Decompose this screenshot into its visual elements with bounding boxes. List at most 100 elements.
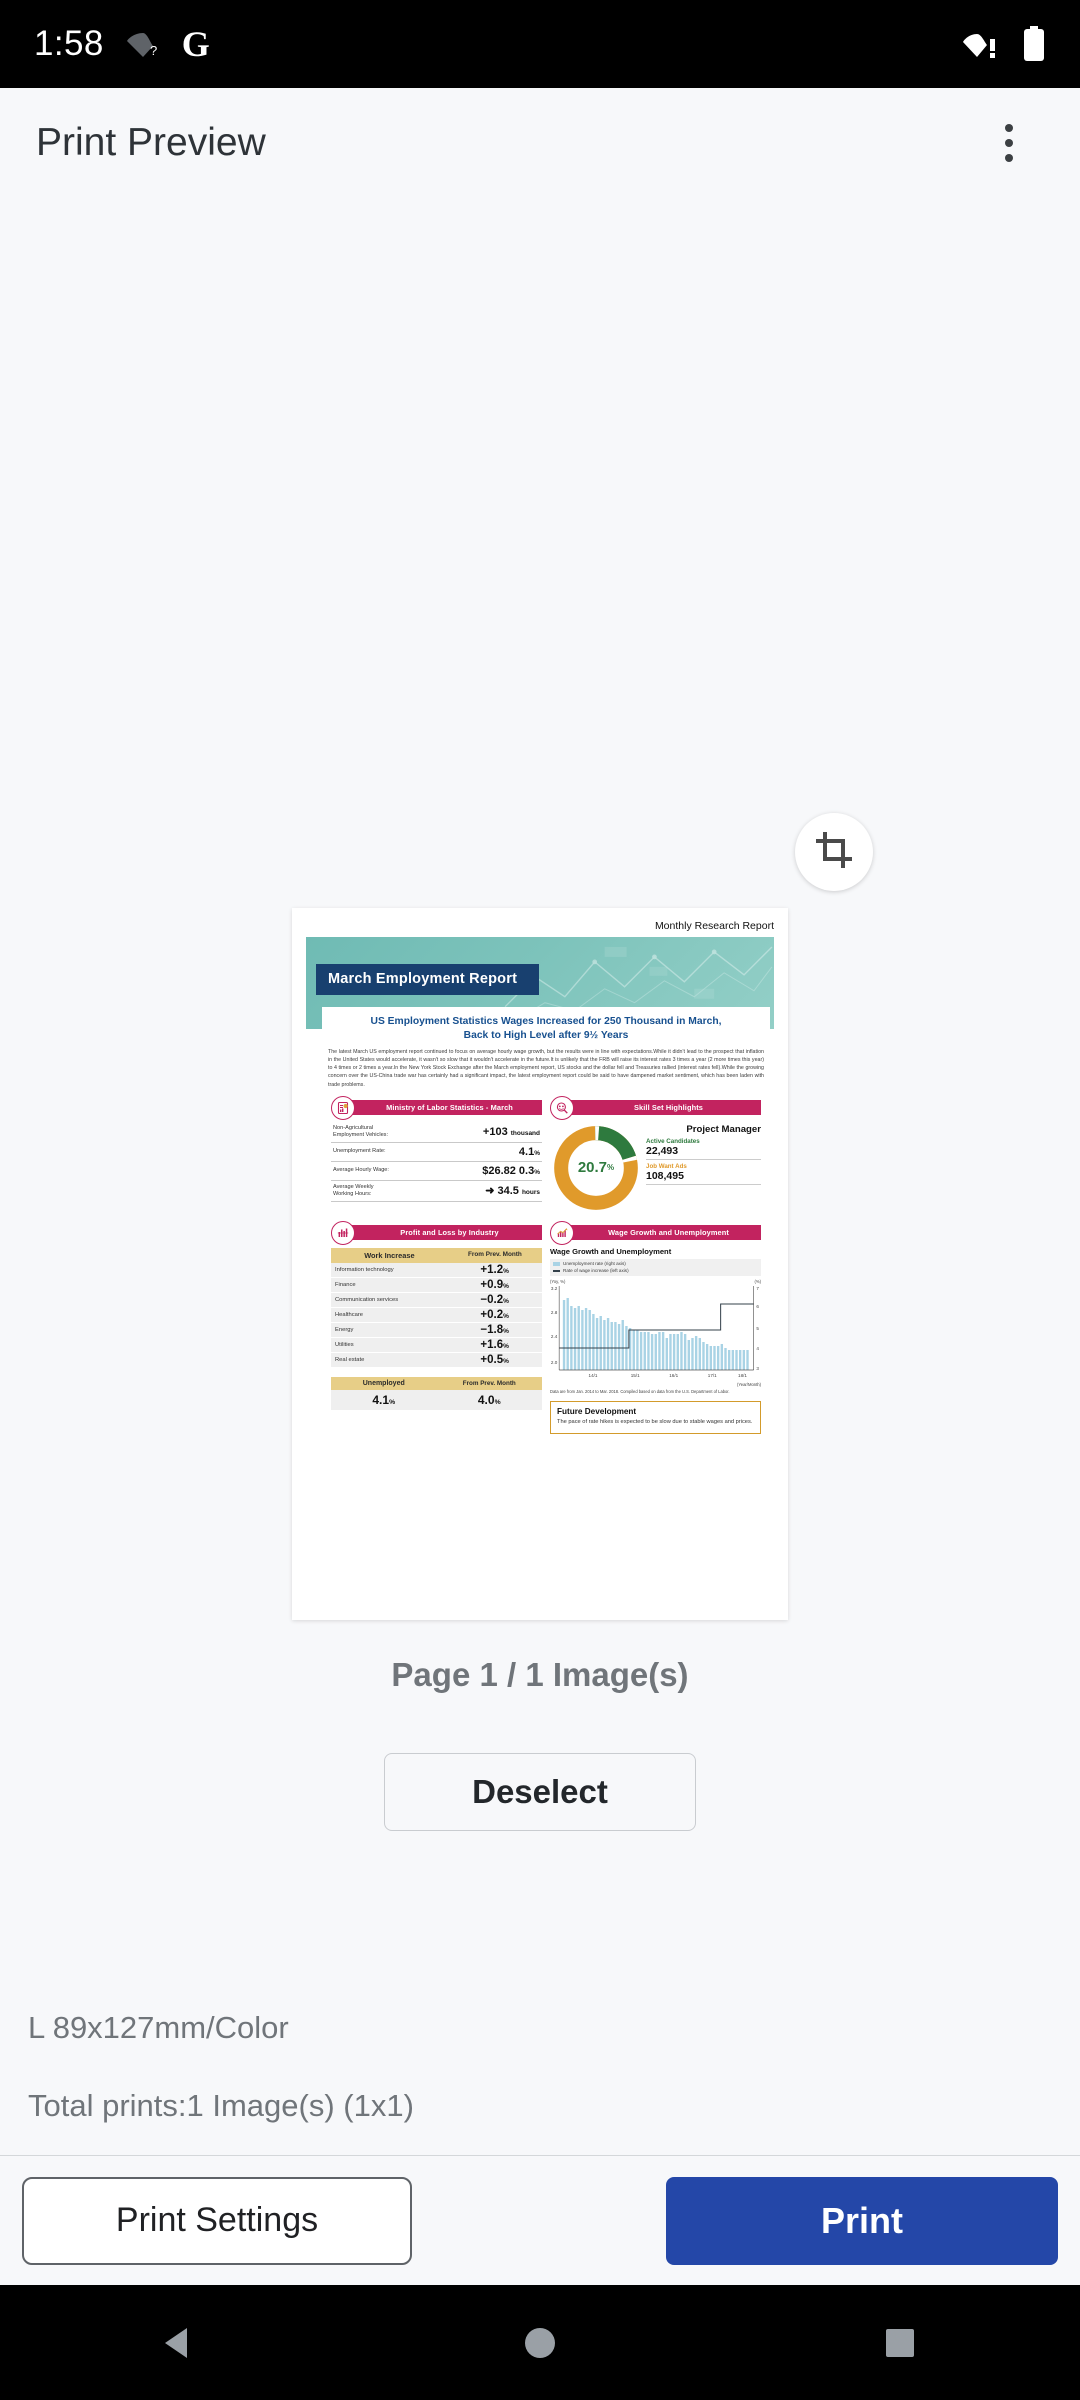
svg-text:2.8: 2.8 — [551, 1310, 558, 1316]
column-header-prev-month: From Prev. Month — [467, 1250, 522, 1258]
table-row: Unemployment Rate: 4.1% — [331, 1143, 542, 1162]
panel-skill-header: Skill Set Highlights — [550, 1095, 761, 1120]
industry-name: Finance — [335, 1281, 356, 1288]
unemployed-prev-unit: % — [494, 1398, 501, 1406]
industry-name: Communication services — [335, 1296, 399, 1303]
column-header-work-increase: Work Increase — [364, 1250, 415, 1260]
legend-label: Rate of wage increase (left axis) — [563, 1267, 629, 1273]
headline-line-1: US Employment Statistics Wages Increased… — [370, 1016, 722, 1027]
home-circle-icon[interactable] — [519, 2322, 561, 2364]
svg-text:6: 6 — [756, 1304, 759, 1310]
table-row: Energy −1.8% — [331, 1322, 542, 1338]
bar-chart-icon — [331, 1220, 355, 1245]
status-bar: 1:58 ? G — [0, 0, 1080, 88]
unemployed-number: 4.1 — [372, 1392, 390, 1407]
change-unit: % — [503, 1357, 509, 1365]
legend-swatch-bar — [553, 1261, 560, 1267]
table-row: Non-Agricultural Employment Vehicles: +1… — [331, 1122, 542, 1143]
metric-label: Job Want Ads — [646, 1162, 687, 1170]
unemployed-label: Unemployed — [362, 1379, 405, 1387]
chart-title: Wage Growth and Unemployment — [550, 1246, 672, 1256]
battery-icon — [1022, 26, 1046, 62]
app-bar: Print Preview — [0, 88, 1080, 198]
change-unit: % — [503, 1267, 509, 1275]
stat-label: Average Hourly Wage: — [333, 1167, 389, 1174]
android-navigation-bar — [0, 2285, 1080, 2400]
legend-label: Unemployment rate (right axis) — [563, 1260, 626, 1266]
industry-change: +0.9% — [447, 1278, 542, 1292]
future-development-box: Future Development The pace of rate hike… — [550, 1401, 761, 1434]
print-settings-button[interactable]: Print Settings — [22, 2176, 412, 2265]
panel-labor-header: Ministry of Labor Statistics - March — [331, 1095, 542, 1120]
stat-value: +103 thousand — [483, 1126, 540, 1138]
change-unit: % — [503, 1327, 509, 1335]
document-preview-thumbnail[interactable]: Monthly Research Report March Employment… — [292, 908, 788, 1620]
panel-skill-title: Skill Set Highlights — [562, 1100, 761, 1116]
panel-wage-growth: Wage Growth and Unemployment Wage Growth… — [550, 1220, 761, 1434]
panel-skill-set: Skill Set Highlights 20.7% Project Manag… — [550, 1095, 761, 1214]
headline-line-2: Back to High Level after 9½ Years — [463, 1029, 629, 1041]
svg-text:3.2: 3.2 — [551, 1286, 558, 1292]
recents-square-icon[interactable] — [879, 2322, 921, 2364]
google-g-icon: G — [181, 24, 210, 64]
chart-legend: Unemployment rate (right axis) Rate of w… — [550, 1258, 761, 1277]
skill-donut-block: 20.7% Project Manager Active Candidates … — [550, 1122, 761, 1214]
table-row: Communication services −0.2% — [331, 1292, 542, 1308]
svg-text:7: 7 — [756, 1286, 759, 1292]
panel-wage-header: Wage Growth and Unemployment — [550, 1220, 761, 1245]
page-indicator: Page 1 / 1 Image(s) — [391, 1656, 689, 1693]
media-size-label: L 89x127mm/Color — [28, 2010, 289, 2045]
industry-table-header: Work Increase From Prev. Month — [331, 1247, 542, 1263]
svg-text:16/1: 16/1 — [669, 1373, 678, 1379]
stat-number: 4.1 — [518, 1145, 535, 1158]
status-bar-left: 1:58 ? G — [34, 24, 210, 64]
legend-item-unemployment: Unemployment rate (right axis) — [553, 1261, 758, 1268]
status-bar-right — [962, 26, 1046, 62]
stat-label: Average Weekly Working Hours: — [333, 1183, 374, 1197]
stat-unit: % — [534, 1149, 540, 1157]
preview-area: Monthly Research Report March Employment… — [0, 198, 1080, 1831]
change-number: −0.2 — [480, 1293, 504, 1306]
x-axis-label: (Year/Month) — [736, 1382, 761, 1388]
skill-metrics: Project Manager Active Candidates 22,493… — [646, 1122, 761, 1214]
overflow-dot — [1005, 124, 1013, 132]
industry-change: −0.2% — [447, 1293, 542, 1307]
panel-labor-title: Ministry of Labor Statistics - March — [343, 1100, 542, 1116]
metric-job-want-ads: Job Want Ads 108,495 — [646, 1160, 761, 1185]
page-title: Print Preview — [36, 121, 266, 164]
wage-unemployment-chart: (Yoy, %) (%) 3.2 2.8 2.4 2.0 7 6 5 4 3 1… — [550, 1279, 761, 1395]
stat-value: $26.82 0.3% — [482, 1165, 540, 1177]
svg-text:3: 3 — [756, 1366, 759, 1372]
document-panel-row-1: Ministry of Labor Statistics - March Non… — [328, 1095, 764, 1214]
deselect-button[interactable]: Deselect — [384, 1753, 696, 1831]
metric-label: Active Candidates — [646, 1137, 700, 1145]
change-number: +0.5 — [480, 1353, 504, 1366]
table-row: Real estate +0.5% — [331, 1352, 542, 1368]
industry-table: Work Increase From Prev. Month Informati… — [331, 1247, 542, 1368]
change-unit: % — [503, 1297, 509, 1305]
status-clock: 1:58 — [34, 24, 104, 63]
unemployed-prev-number: 4.0 — [477, 1392, 495, 1407]
crop-button[interactable] — [795, 813, 873, 891]
labor-stats-table: Non-Agricultural Employment Vehicles: +1… — [331, 1122, 542, 1202]
metric-value: 22,493 — [646, 1144, 679, 1157]
svg-text:18/1: 18/1 — [738, 1373, 747, 1379]
document-panel-row-2: Profit and Loss by Industry Work Increas… — [328, 1220, 764, 1434]
overflow-menu-button[interactable] — [974, 108, 1044, 178]
print-button[interactable]: Print — [666, 2176, 1058, 2265]
unemployed-prev-label: From Prev. Month — [462, 1379, 516, 1387]
industry-name: Utilities — [335, 1341, 354, 1348]
overflow-dot — [1005, 139, 1013, 147]
industry-name: Healthcare — [335, 1311, 364, 1318]
stat-value: ➜ 34.5 hours — [485, 1184, 540, 1197]
stat-unit: hours — [521, 1189, 540, 1197]
table-row: Average Hourly Wage: $26.82 0.3% — [331, 1162, 542, 1181]
stat-number: $26.82 0.3 — [482, 1164, 535, 1177]
print-info: L 89x127mm/Color Total prints:1 Image(s)… — [28, 2010, 414, 2166]
change-number: −1.8 — [480, 1323, 504, 1336]
document-kicker: Monthly Research Report — [654, 920, 774, 932]
overflow-dot — [1005, 154, 1013, 162]
stat-number: ➜ 34.5 — [485, 1185, 519, 1198]
back-triangle-icon[interactable] — [159, 2322, 201, 2364]
change-unit: % — [503, 1282, 509, 1290]
